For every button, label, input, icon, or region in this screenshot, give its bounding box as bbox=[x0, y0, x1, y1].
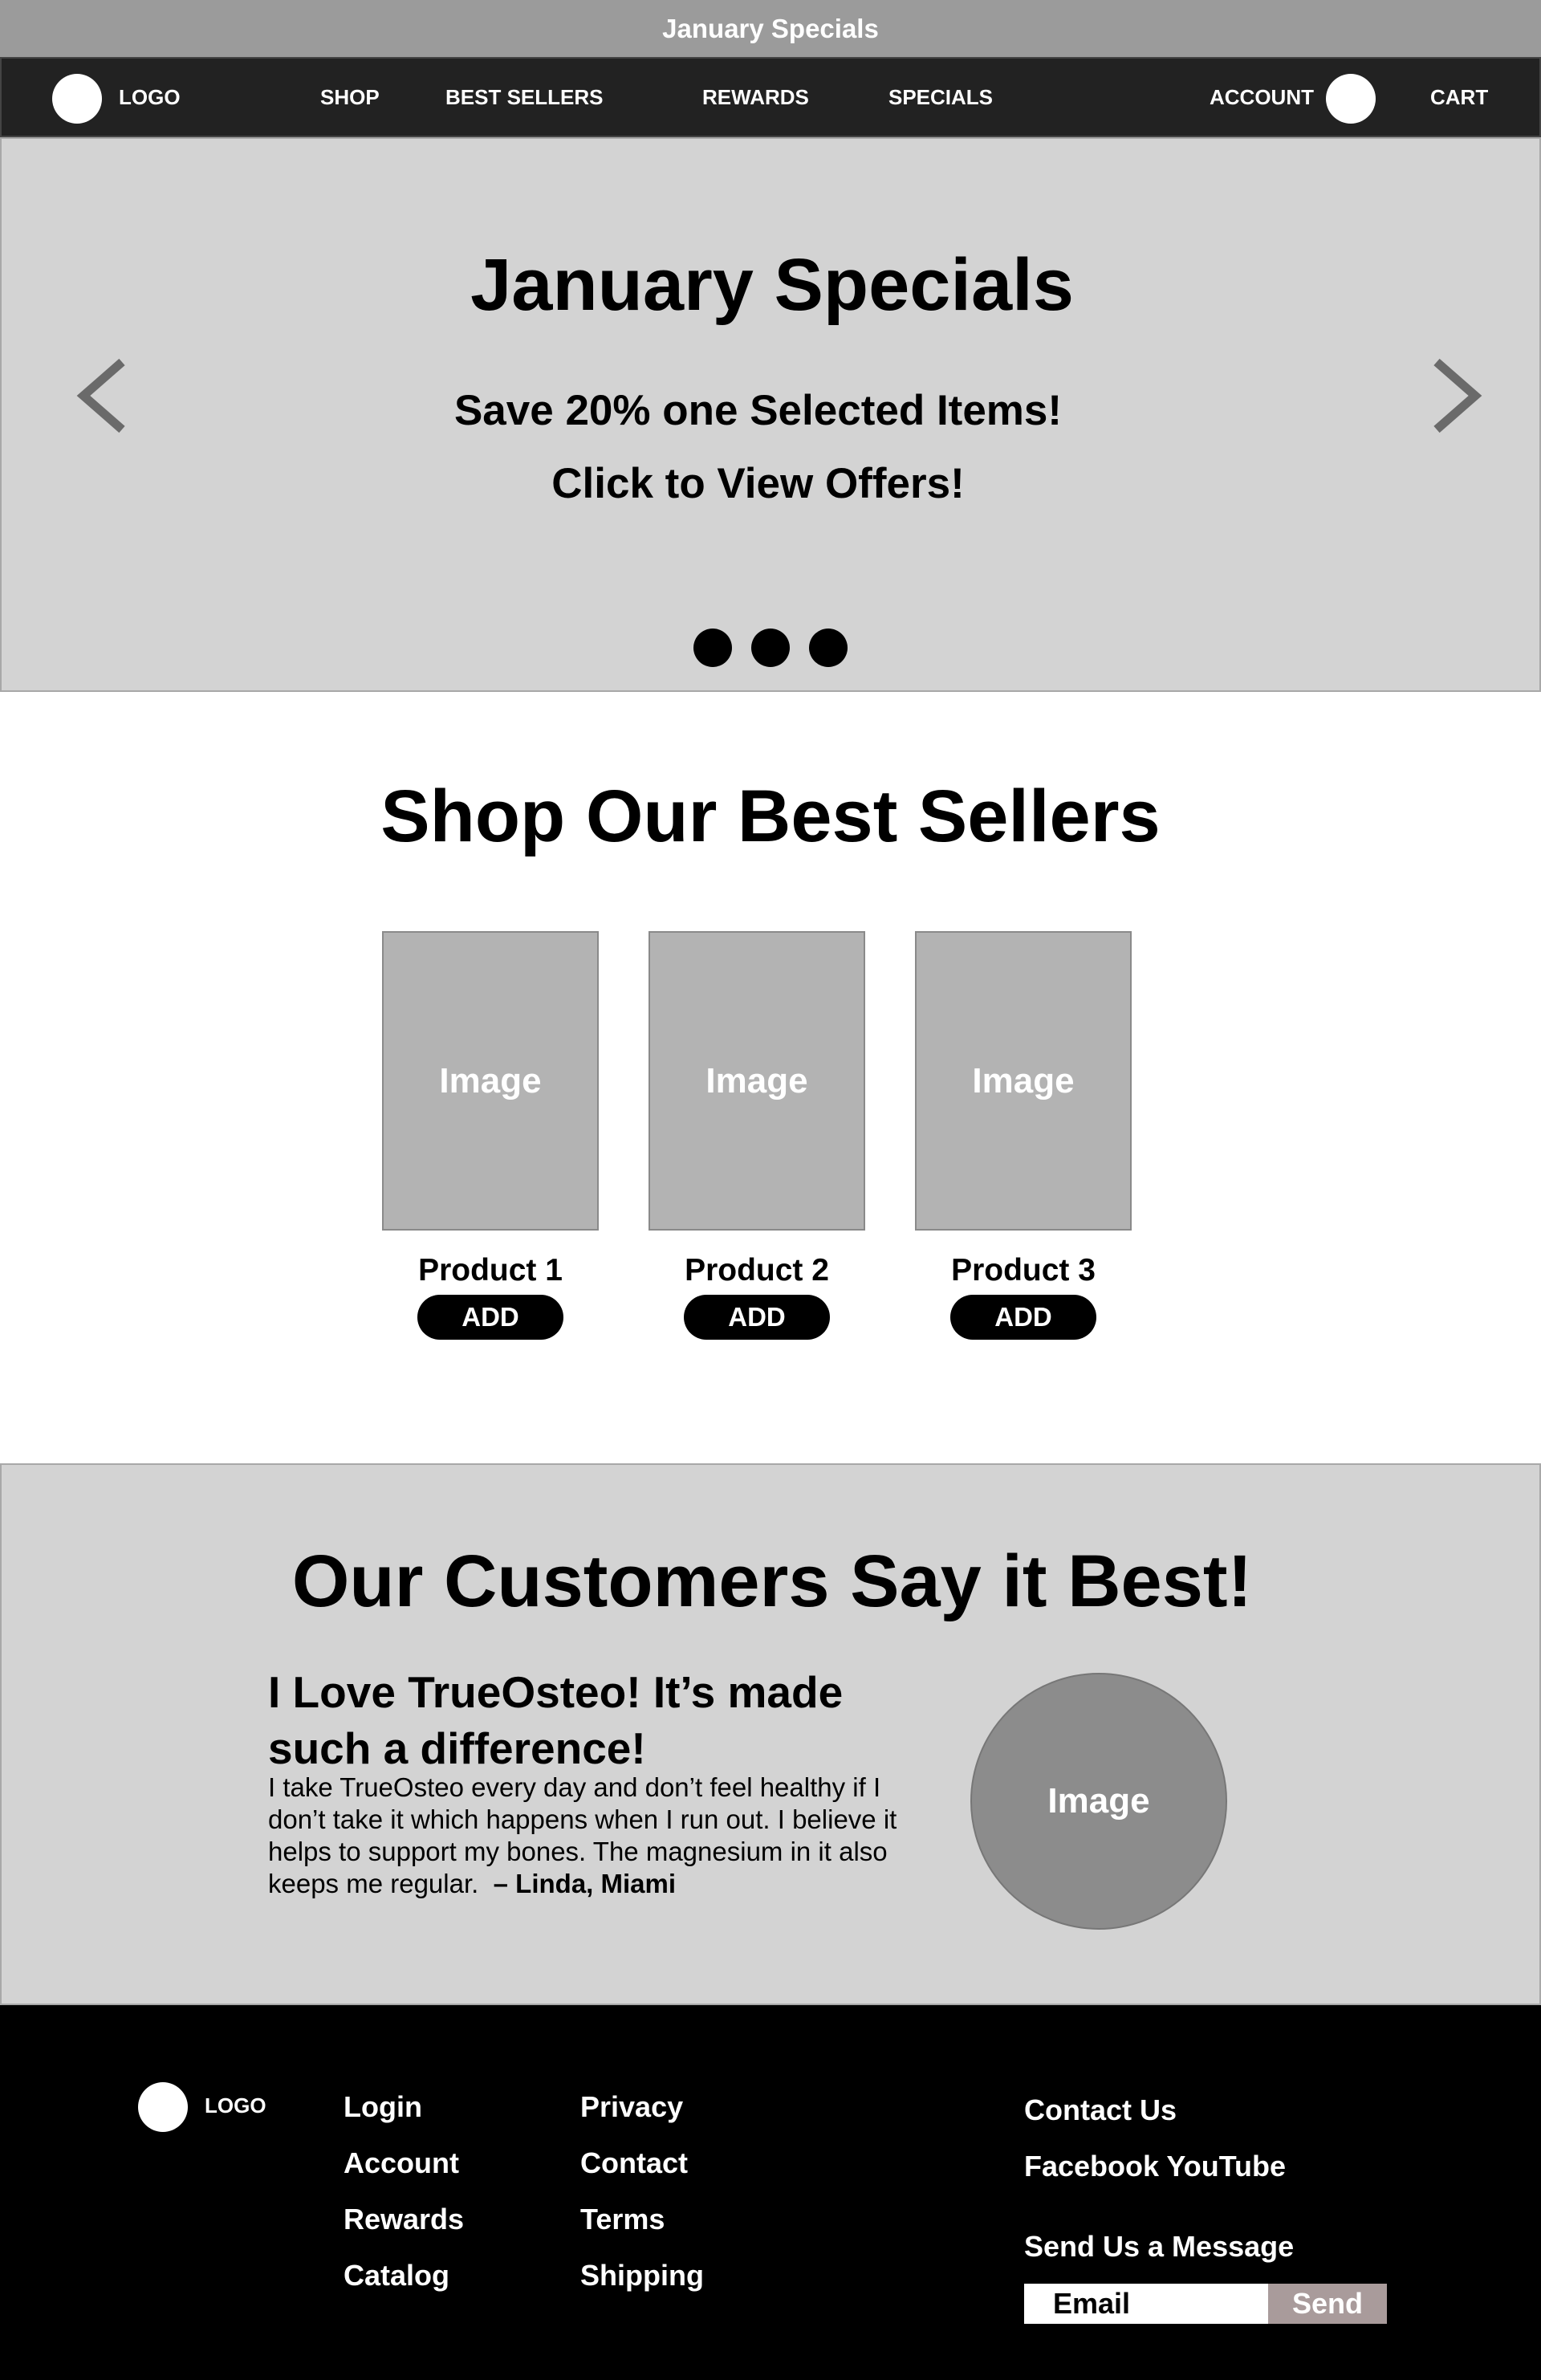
product-name: Product 3 bbox=[951, 1253, 1096, 1288]
footer-link-rewards[interactable]: Rewards bbox=[344, 2191, 464, 2248]
hero-carousel: January Specials Save 20% one Selected I… bbox=[0, 137, 1541, 692]
footer-link-shipping[interactable]: Shipping bbox=[580, 2248, 704, 2304]
testimonial-author: – Linda, Miami bbox=[493, 1869, 677, 1898]
testimonial-headline: I Love TrueOsteo! It’s made such a diffe… bbox=[268, 1667, 844, 1773]
product-card: Image Product 3 ADD bbox=[915, 931, 1132, 1340]
nav-item-specials[interactable]: SPECIALS bbox=[888, 59, 993, 136]
nav-item-shop[interactable]: SHOP bbox=[320, 59, 380, 136]
chevron-right-icon[interactable] bbox=[1421, 348, 1493, 444]
footer-link-login[interactable]: Login bbox=[344, 2079, 464, 2135]
image-placeholder-label: Image bbox=[972, 1060, 1075, 1100]
top-nav: LOGO SHOP BEST SELLERS REWARDS SPECIALS … bbox=[0, 57, 1541, 137]
footer-link-account[interactable]: Account bbox=[344, 2135, 464, 2191]
footer-links-column-1: Login Account Rewards Catalog bbox=[344, 2090, 464, 2304]
testimonial-body: I take TrueOsteo every day and don’t fee… bbox=[268, 1772, 910, 1900]
logo-label[interactable]: LOGO bbox=[119, 59, 181, 136]
announcement-bar: January Specials bbox=[0, 0, 1541, 57]
nav-item-rewards[interactable]: REWARDS bbox=[702, 59, 809, 136]
testimonials-title: Our Customers Say it Best! bbox=[291, 1540, 1253, 1622]
footer-logo-label[interactable]: LOGO bbox=[205, 2093, 266, 2118]
carousel-dot[interactable] bbox=[809, 629, 848, 667]
message-header: Send Us a Message bbox=[1024, 2230, 1294, 2264]
footer-contact-us-link[interactable]: Contact Us bbox=[1024, 2093, 1177, 2127]
product-card: Image Product 2 ADD bbox=[649, 931, 865, 1340]
image-placeholder-label: Image bbox=[439, 1060, 542, 1100]
product-card: Image Product 1 ADD bbox=[382, 931, 599, 1340]
footer-link-catalog[interactable]: Catalog bbox=[344, 2248, 464, 2304]
add-to-cart-button[interactable]: ADD bbox=[684, 1295, 830, 1340]
product-name: Product 2 bbox=[685, 1253, 829, 1288]
testimonials-section: Our Customers Say it Best! I Love TrueOs… bbox=[0, 1463, 1541, 2005]
carousel-dot[interactable] bbox=[693, 629, 732, 667]
product-image[interactable]: Image bbox=[382, 931, 599, 1231]
image-placeholder-label: Image bbox=[1047, 1781, 1150, 1821]
add-to-cart-button[interactable]: ADD bbox=[950, 1295, 1096, 1340]
message-header-label: Send Us a Message bbox=[1024, 2230, 1295, 2263]
email-input[interactable] bbox=[1024, 2284, 1268, 2324]
footer: LOGO Login Account Rewards Catalog Priva… bbox=[0, 2005, 1541, 2380]
nav-item-cart[interactable]: CART bbox=[1430, 59, 1488, 136]
nav-item-best-sellers[interactable]: BEST SELLERS bbox=[445, 59, 603, 136]
announcement-text: January Specials bbox=[662, 13, 879, 43]
footer-link-contact[interactable]: Contact bbox=[580, 2135, 704, 2191]
hero-title: January Specials bbox=[470, 244, 1074, 326]
product-image[interactable]: Image bbox=[649, 931, 865, 1231]
footer-link-terms[interactable]: Terms bbox=[580, 2191, 704, 2248]
account-avatar-icon[interactable] bbox=[1326, 74, 1376, 124]
customer-avatar: Image bbox=[970, 1673, 1227, 1930]
add-to-cart-button[interactable]: ADD bbox=[417, 1295, 563, 1340]
contact-us-label[interactable]: Contact Us bbox=[1024, 2093, 1177, 2126]
nav-item-account[interactable]: ACCOUNT bbox=[1210, 59, 1314, 136]
hero-offer-text: Save 20% one Selected Items! bbox=[453, 387, 1063, 434]
send-button[interactable]: Send bbox=[1268, 2284, 1387, 2324]
image-placeholder-label: Image bbox=[705, 1060, 808, 1100]
footer-social-links[interactable]: Facebook YouTube bbox=[1024, 2150, 1286, 2183]
footer-logo-icon[interactable] bbox=[138, 2082, 188, 2132]
footer-link-privacy[interactable]: Privacy bbox=[580, 2079, 704, 2135]
best-sellers-title: Shop Our Best Sellers bbox=[380, 775, 1161, 857]
social-links-label[interactable]: Facebook YouTube bbox=[1024, 2150, 1286, 2183]
logo-icon[interactable] bbox=[52, 74, 102, 124]
product-name: Product 1 bbox=[418, 1253, 563, 1288]
carousel-dot[interactable] bbox=[751, 629, 790, 667]
footer-links-column-2: Privacy Contact Terms Shipping bbox=[580, 2090, 704, 2304]
hero-cta-text[interactable]: Click to View Offers! bbox=[2, 459, 1515, 508]
carousel-dots bbox=[693, 629, 848, 667]
product-image[interactable]: Image bbox=[915, 931, 1132, 1231]
